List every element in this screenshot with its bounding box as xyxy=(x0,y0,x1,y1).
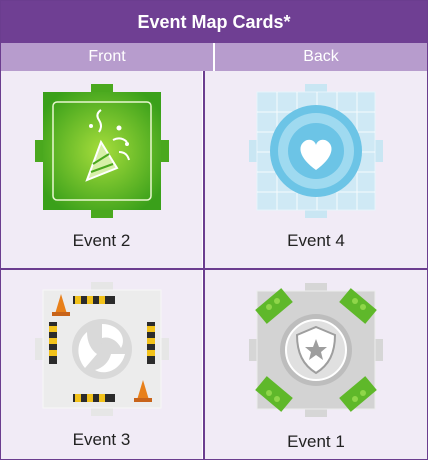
card-image-event-1 xyxy=(205,270,427,430)
card-cell-event-3: Event 3 xyxy=(1,270,202,459)
card-cell-event-4: Event 4 xyxy=(205,71,427,268)
column-header-row: Front Back xyxy=(1,43,427,71)
column-divider xyxy=(203,71,205,459)
table-title: Event Map Cards* xyxy=(1,1,427,43)
swirl-icon xyxy=(34,282,169,416)
party-popper-icon xyxy=(34,84,169,218)
cards-grid: Event 2 Event 4 Event 3 Event 1 xyxy=(1,71,427,459)
column-header-back: Back xyxy=(303,48,339,65)
event-map-cards-table: Event Map Cards* Front Back Event 2 Even… xyxy=(0,0,428,460)
card-image-event-4 xyxy=(205,71,427,231)
heart-icon xyxy=(249,84,383,218)
row-divider xyxy=(1,268,427,270)
card-image-event-3 xyxy=(1,270,202,428)
column-header-front: Front xyxy=(1,43,215,71)
card-label-event-2: Event 2 xyxy=(72,231,131,250)
card-image-event-2 xyxy=(1,71,202,231)
card-label-event-4: Event 4 xyxy=(287,231,345,250)
shield-star-icon xyxy=(249,283,383,417)
card-label-event-1: Event 1 xyxy=(287,432,345,451)
card-label-event-3: Event 3 xyxy=(72,430,131,449)
card-cell-event-2: Event 2 xyxy=(1,71,202,268)
card-cell-event-1: Event 1 xyxy=(205,270,427,459)
